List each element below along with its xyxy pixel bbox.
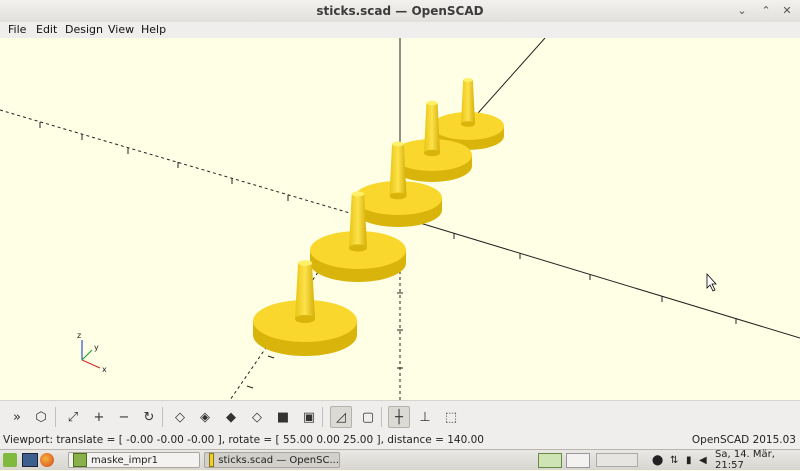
zoom-in-icon: + xyxy=(93,409,105,425)
render-icon: ⬡ xyxy=(35,409,47,425)
title-bar: sticks.scad — OpenSCAD ⌄ ⌃ ✕ xyxy=(0,0,800,23)
mint-menu-icon[interactable] xyxy=(3,452,17,468)
gizmo-y-label: y xyxy=(94,343,99,352)
view-front-button[interactable]: ■ xyxy=(272,406,294,428)
axis-x-negative xyxy=(0,109,361,217)
task-maske-impr1[interactable]: maske_impr1 xyxy=(68,452,200,468)
perspective-button[interactable]: ◿ xyxy=(330,406,352,428)
show-scale-icon: ⊥ xyxy=(419,409,431,425)
volume-icon[interactable]: ◀ xyxy=(699,452,707,468)
openscad-icon xyxy=(209,453,215,467)
gizmo-x-label: x xyxy=(102,365,107,374)
view-left-icon: ◇ xyxy=(252,409,262,425)
stick-1 xyxy=(432,78,504,150)
zoom-out-button[interactable]: − xyxy=(113,406,135,428)
menu-edit[interactable]: Edit xyxy=(36,22,57,38)
view-back-button[interactable]: ▣ xyxy=(298,406,320,428)
show-axes-button[interactable]: ┼ xyxy=(388,406,410,428)
window-title: sticks.scad — OpenSCAD xyxy=(316,4,484,18)
view-right-icon: ◇ xyxy=(175,409,185,425)
battery-icon[interactable]: ▮ xyxy=(686,452,692,468)
viewport-canvas[interactable]: z y x xyxy=(0,38,800,400)
view-bottom-icon: ◆ xyxy=(226,409,236,425)
preview-icon: » xyxy=(13,409,21,425)
zoom-out-icon: − xyxy=(118,409,130,425)
reset-view-button[interactable]: ↻ xyxy=(138,406,160,428)
menu-help[interactable]: Help xyxy=(141,22,166,38)
view-front-icon: ■ xyxy=(276,409,290,425)
firefox-icon[interactable] xyxy=(40,452,54,468)
viewport-status: Viewport: translate = [ -0.00 -0.00 -0.0… xyxy=(3,434,484,446)
gizmo-z-label: z xyxy=(77,331,81,340)
view-bottom-button[interactable]: ◆ xyxy=(220,406,242,428)
network-icon[interactable]: ⇅ xyxy=(670,452,678,468)
perspective-icon: ◿ xyxy=(336,409,346,425)
view-toolbar: » ⬡ ⤢ + − ↻ ◇ ◈ ◆ ◇ ■ ▣ ◿ ▢ ┼ ⊥ ⬚ xyxy=(0,400,800,433)
view-back-icon: ▣ xyxy=(302,409,316,425)
toolbar-separator xyxy=(55,407,56,427)
show-axes-icon: ┼ xyxy=(395,409,403,425)
folder-icon xyxy=(73,453,87,467)
view-right-button[interactable]: ◇ xyxy=(169,406,191,428)
close-icon[interactable]: ✕ xyxy=(780,4,794,18)
status-bar: Viewport: translate = [ -0.00 -0.00 -0.0… xyxy=(0,432,800,449)
render-button[interactable]: ⬡ xyxy=(30,406,52,428)
maximize-icon[interactable]: ⌃ xyxy=(759,4,773,18)
view-all-button[interactable]: ⤢ xyxy=(62,406,84,428)
version-label: OpenSCAD 2015.03 xyxy=(691,434,796,446)
view-left-button[interactable]: ◇ xyxy=(246,406,268,428)
workspace-1-icon[interactable] xyxy=(538,452,562,468)
taskbar: maske_impr1 sticks.scad — OpenSC... ⬤ ⇅ … xyxy=(0,449,800,471)
minimize-icon[interactable]: ⌄ xyxy=(735,4,749,18)
toolbar-separator xyxy=(162,407,163,427)
zoom-in-button[interactable]: + xyxy=(88,406,110,428)
menu-design[interactable]: Design xyxy=(65,22,103,38)
orthogonal-icon: ▢ xyxy=(361,409,375,425)
show-desktop-icon[interactable] xyxy=(22,452,38,468)
menu-view[interactable]: View xyxy=(108,22,134,38)
menu-file[interactable]: File xyxy=(8,22,26,38)
reset-view-icon: ↻ xyxy=(143,409,155,425)
3d-viewport[interactable]: z y x xyxy=(0,38,800,400)
toolbar-separator xyxy=(381,407,382,427)
axes-gizmo: z y x xyxy=(77,331,107,374)
workspace-2-icon[interactable] xyxy=(566,452,590,468)
task-openscad[interactable]: sticks.scad — OpenSC... xyxy=(204,452,340,468)
preview-button[interactable]: » xyxy=(6,406,28,428)
view-top-button[interactable]: ◈ xyxy=(194,406,216,428)
tray-app-icon[interactable]: ⬤ xyxy=(652,452,663,468)
toolbar-separator xyxy=(322,407,323,427)
show-edges-button[interactable]: ⬚ xyxy=(440,406,462,428)
mouse-cursor-icon xyxy=(706,272,717,292)
view-all-icon: ⤢ xyxy=(67,409,79,425)
show-edges-icon: ⬚ xyxy=(444,409,458,425)
axis-x xyxy=(419,222,800,339)
show-scale-button[interactable]: ⊥ xyxy=(414,406,436,428)
task-label: maske_impr1 xyxy=(91,454,159,466)
clock[interactable]: Sa, 14. Mär, 21:57 xyxy=(715,449,800,471)
tray-apps-icon[interactable] xyxy=(596,452,638,468)
menu-bar: File Edit Design View Help xyxy=(0,22,800,38)
view-top-icon: ◈ xyxy=(200,409,210,425)
task-label: sticks.scad — OpenSC... xyxy=(218,454,339,466)
model-sticks xyxy=(253,78,504,356)
orthogonal-button[interactable]: ▢ xyxy=(357,406,379,428)
